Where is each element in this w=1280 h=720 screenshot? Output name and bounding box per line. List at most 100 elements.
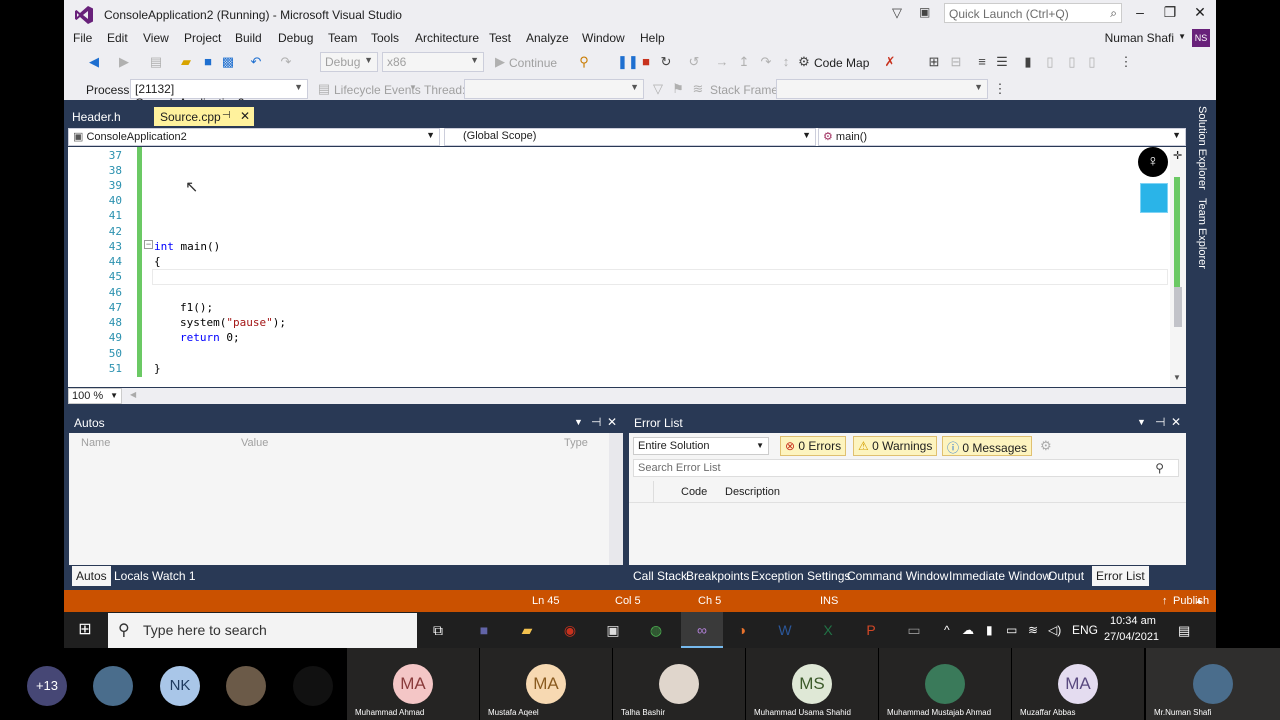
- taskbar-search[interactable]: ⚲ Type here to search: [108, 613, 417, 648]
- warnings-filter-button[interactable]: ⚠ 0 Warnings: [853, 436, 938, 456]
- chrome-icon[interactable]: ◍: [645, 620, 667, 640]
- scroll-thumb[interactable]: [1174, 287, 1182, 327]
- tab-locals[interactable]: Locals: [110, 566, 153, 586]
- split-icon[interactable]: ✛: [1173, 149, 1182, 162]
- bookmark-prev-icon[interactable]: ▯: [1064, 54, 1080, 70]
- tab-autos[interactable]: Autos: [72, 566, 111, 586]
- solution-explorer-tab[interactable]: Solution Explorer: [1196, 106, 1208, 190]
- project-select[interactable]: ▣ ConsoleApplication2 ▼: [68, 128, 440, 146]
- code-map-icon[interactable]: ⚙: [796, 54, 812, 70]
- menu-window[interactable]: Window: [582, 31, 625, 45]
- publish-button[interactable]: Publish: [1173, 595, 1209, 607]
- stack-frame-select[interactable]: ▼: [776, 79, 988, 99]
- store-icon[interactable]: ▣: [602, 620, 624, 640]
- powerpoint-icon[interactable]: P: [860, 620, 882, 640]
- screen-capture-icon[interactable]: [1140, 183, 1168, 213]
- error-col-code[interactable]: Code: [681, 486, 707, 498]
- error-col-description[interactable]: Description: [725, 486, 780, 498]
- tab-error-list[interactable]: Error List: [1092, 566, 1149, 586]
- menu-team[interactable]: Team: [328, 31, 357, 45]
- menu-file[interactable]: File: [73, 31, 92, 45]
- save-icon[interactable]: ■: [200, 54, 216, 70]
- thread-select[interactable]: ▼: [464, 79, 644, 99]
- tab-command-window[interactable]: Command Window: [843, 566, 952, 586]
- configuration-select[interactable]: Debug ▼: [320, 52, 378, 72]
- stop-icon[interactable]: ■: [638, 54, 654, 70]
- team-explorer-tab[interactable]: Team Explorer: [1196, 198, 1208, 269]
- menu-edit[interactable]: Edit: [107, 31, 128, 45]
- tab-breakpoints[interactable]: Breakpoints: [682, 566, 753, 586]
- participant-avatar[interactable]: [93, 666, 133, 706]
- bookmark-next-icon[interactable]: ▯: [1042, 54, 1058, 70]
- align-icon[interactable]: ≡: [974, 54, 990, 70]
- messages-filter-button[interactable]: ⓘ 0 Messages: [942, 436, 1033, 456]
- participant-tile[interactable]: MA Muzaffar Abbas: [1012, 648, 1144, 720]
- pin-icon[interactable]: ⊣: [222, 110, 231, 121]
- scroll-left-icon[interactable]: ◀: [130, 390, 136, 399]
- tab-output[interactable]: Output: [1044, 566, 1088, 586]
- word-icon[interactable]: W: [774, 620, 796, 640]
- step-out-icon[interactable]: ↕: [778, 54, 794, 70]
- menu-debug[interactable]: Debug: [278, 31, 313, 45]
- notifications-icon[interactable]: ▤: [1178, 623, 1190, 639]
- lightbulb-icon[interactable]: ♀: [1138, 147, 1168, 177]
- pin-icon[interactable]: ⊣: [1155, 415, 1165, 429]
- search-error-list-input[interactable]: Search Error List ⚲: [633, 459, 1179, 477]
- wifi-icon[interactable]: ≋: [1028, 623, 1038, 637]
- flag-icon[interactable]: ⚑: [670, 81, 686, 97]
- error-scope-select[interactable]: Entire Solution ▼: [633, 437, 769, 455]
- usb-icon[interactable]: ▮: [986, 623, 993, 637]
- breakpoint-icon[interactable]: ✗: [882, 54, 898, 70]
- pause-icon[interactable]: ❚❚: [617, 54, 639, 70]
- layout-icon[interactable]: ⊟: [948, 54, 964, 70]
- menu-help[interactable]: Help: [640, 31, 665, 45]
- collapse-icon[interactable]: −: [144, 240, 153, 249]
- chevron-down-icon[interactable]: ▼: [1137, 417, 1146, 427]
- participant-tile[interactable]: MA Mustafa Aqeel: [480, 648, 612, 720]
- file-explorer-icon[interactable]: ▰: [516, 620, 538, 640]
- bookmark-clear-icon[interactable]: ▯: [1084, 54, 1100, 70]
- redo-icon[interactable]: ↷: [278, 54, 294, 70]
- matlab-icon[interactable]: ◑: [731, 620, 753, 640]
- language-indicator[interactable]: ENG: [1072, 623, 1098, 637]
- save-all-icon[interactable]: ▩: [220, 54, 236, 70]
- excel-icon[interactable]: X: [817, 620, 839, 640]
- participant-avatar[interactable]: NK: [160, 666, 200, 706]
- restart-icon[interactable]: ↻: [658, 54, 674, 70]
- close-button[interactable]: ✕: [1190, 4, 1210, 21]
- member-select[interactable]: ⚙ main() ▼: [818, 128, 1186, 146]
- lifecycle-icon[interactable]: ▤: [316, 81, 332, 97]
- participant-overflow-badge[interactable]: +13: [27, 666, 67, 706]
- quick-launch-input[interactable]: Quick Launch (Ctrl+Q) ⌕: [944, 3, 1122, 23]
- windows-start-icon[interactable]: ⊞: [74, 620, 96, 640]
- tray-chevron-up-icon[interactable]: ^: [944, 623, 950, 637]
- menu-view[interactable]: View: [143, 31, 169, 45]
- task-view-icon[interactable]: ⧉: [427, 620, 449, 640]
- play-icon[interactable]: ▶: [492, 54, 508, 70]
- bookmark-icon[interactable]: ▮: [1020, 54, 1036, 70]
- step-out-icon[interactable]: ↷: [758, 54, 774, 70]
- overflow-icon[interactable]: ⋮: [1118, 54, 1134, 70]
- open-file-icon[interactable]: ▰: [178, 54, 194, 70]
- participant-tile[interactable]: Talha Bashir: [613, 648, 745, 720]
- close-icon[interactable]: ✕: [607, 415, 617, 429]
- continue-button[interactable]: Continue: [509, 56, 557, 70]
- overflow-icon[interactable]: ⋮: [992, 81, 1008, 97]
- menu-analyze[interactable]: Analyze: [526, 31, 569, 45]
- menu-architecture[interactable]: Architecture: [415, 31, 479, 45]
- find-icon[interactable]: ⚲: [576, 54, 592, 70]
- close-icon[interactable]: ✕: [240, 109, 250, 123]
- layout-icon[interactable]: ⊞: [926, 54, 942, 70]
- lifecycle-events-button[interactable]: Lifecycle Events: [334, 83, 421, 97]
- minimize-button[interactable]: –: [1130, 4, 1150, 20]
- process-select[interactable]: [21132] ConsoleApplication2.exe▼: [130, 79, 308, 110]
- chevron-down-icon[interactable]: ▼: [1178, 32, 1186, 41]
- code-editor[interactable]: 37 38 39 40 41 42 43 44 45 46 47 48 49 5…: [68, 147, 1186, 387]
- volume-icon[interactable]: ◁): [1048, 623, 1061, 637]
- clock-date[interactable]: 27/04/2021: [1104, 631, 1159, 643]
- battery-icon[interactable]: ▭: [1006, 623, 1017, 637]
- align-icon[interactable]: ☰: [994, 54, 1010, 70]
- chevron-up-icon[interactable]: ▲: [1195, 596, 1203, 605]
- platform-select[interactable]: x86 ▼: [382, 52, 484, 72]
- menu-test[interactable]: Test: [489, 31, 511, 45]
